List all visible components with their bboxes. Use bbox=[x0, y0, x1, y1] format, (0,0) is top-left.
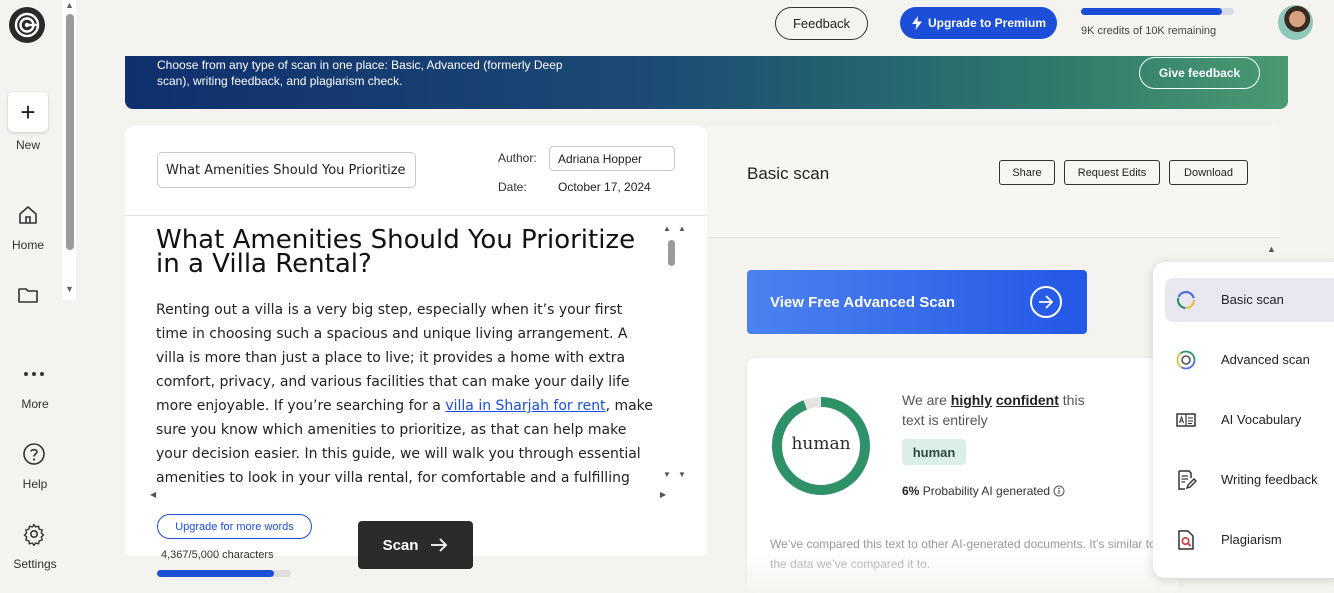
scan-type-menu: Basic scan Advanced scan AI Vocabulary W… bbox=[1153, 262, 1334, 578]
scan-label: Scan bbox=[382, 536, 419, 554]
document-text-area[interactable]: What Amenities Should You Prioritize in … bbox=[156, 226, 656, 486]
upgrade-premium-label: Upgrade to Premium bbox=[927, 16, 1047, 30]
confidence-confident[interactable]: confident bbox=[996, 392, 1059, 408]
menu-item-advanced-scan[interactable]: Advanced scan bbox=[1165, 338, 1334, 382]
confidence-highly[interactable]: highly bbox=[951, 392, 992, 408]
scroll-down-arrow-icon[interactable]: ▼ bbox=[663, 470, 671, 479]
announcement-banner: Choose from any type of scan in one plac… bbox=[125, 56, 1288, 109]
give-feedback-button[interactable]: Give feedback bbox=[1139, 57, 1260, 89]
document-paragraph: Renting out a villa is a very big step, … bbox=[156, 298, 656, 486]
scroll-up-arrow-icon[interactable]: ▲ bbox=[678, 224, 686, 233]
ai-vocabulary-icon bbox=[1175, 409, 1197, 431]
ai-probability-value: 6% bbox=[902, 484, 920, 498]
menu-label-writing-feedback: Writing feedback bbox=[1221, 472, 1318, 487]
sidebar-scroll-thumb[interactable] bbox=[66, 14, 74, 250]
date-label: Date: bbox=[498, 180, 527, 194]
date-value: October 17, 2024 bbox=[558, 180, 651, 194]
scroll-up-arrow-icon[interactable]: ▲ bbox=[1267, 244, 1276, 254]
donut-label: human bbox=[791, 434, 851, 454]
share-button[interactable]: Share bbox=[999, 160, 1055, 185]
divider bbox=[125, 215, 707, 216]
new-label: New bbox=[15, 138, 40, 152]
logo-icon[interactable] bbox=[9, 7, 45, 43]
left-sidebar: + New Home More Help Settings ▲ ▼ bbox=[0, 0, 76, 593]
plus-icon: + bbox=[20, 96, 36, 127]
request-edits-button[interactable]: Request Edits bbox=[1064, 160, 1160, 185]
results-header: Basic scan Share Request Edits Download bbox=[707, 126, 1280, 238]
document-title-input[interactable] bbox=[157, 152, 416, 188]
confidence-text: We are highly confident this text is ent… bbox=[902, 390, 1102, 430]
menu-label-ai-vocabulary: AI Vocabulary bbox=[1221, 412, 1302, 427]
menu-label-plagiarism: Plagiarism bbox=[1221, 532, 1282, 547]
banner-text: Choose from any type of scan in one plac… bbox=[157, 58, 563, 88]
arrow-right-circle-icon bbox=[1030, 286, 1062, 318]
sidebar-item-settings[interactable]: Settings bbox=[7, 557, 63, 571]
home-icon[interactable] bbox=[16, 203, 40, 227]
document-scroll-thumb[interactable] bbox=[668, 240, 675, 266]
document-heading: What Amenities Should You Prioritize in … bbox=[156, 226, 636, 279]
writing-feedback-icon bbox=[1175, 469, 1197, 491]
character-progress-bar bbox=[157, 570, 291, 577]
download-button[interactable]: Download bbox=[1169, 160, 1248, 185]
new-button[interactable]: + bbox=[8, 92, 48, 132]
scroll-left-arrow-icon[interactable]: ◀ bbox=[150, 490, 156, 499]
sidebar-item-home[interactable]: Home bbox=[0, 238, 56, 252]
scroll-down-arrow-icon[interactable]: ▼ bbox=[678, 470, 686, 479]
lightning-icon bbox=[911, 16, 922, 30]
plagiarism-icon bbox=[1175, 529, 1197, 551]
verdict-badge: human bbox=[902, 439, 966, 465]
help-icon[interactable] bbox=[22, 442, 46, 466]
character-count: 4,367/5,000 characters bbox=[161, 549, 274, 561]
info-icon[interactable] bbox=[1053, 485, 1065, 497]
menu-label-basic-scan: Basic scan bbox=[1221, 292, 1284, 307]
gear-icon[interactable] bbox=[22, 522, 46, 546]
scan-button[interactable]: Scan bbox=[358, 521, 473, 569]
folder-icon[interactable] bbox=[16, 283, 40, 307]
author-field[interactable] bbox=[549, 146, 675, 171]
villa-link[interactable]: villa in Sharjah for rent bbox=[445, 398, 605, 414]
credits-progress-fill bbox=[1081, 8, 1222, 15]
credits-text: 9K credits of 10K remaining bbox=[1081, 25, 1217, 37]
character-progress-fill bbox=[157, 570, 274, 577]
comparison-text: We’ve compared this text to other AI-gen… bbox=[770, 537, 1156, 571]
menu-label-advanced-scan: Advanced scan bbox=[1221, 352, 1310, 367]
menu-item-basic-scan[interactable]: Basic scan bbox=[1165, 278, 1334, 322]
author-label: Author: bbox=[498, 151, 537, 165]
menu-item-writing-feedback[interactable]: Writing feedback bbox=[1165, 458, 1334, 502]
confidence-prefix: We are bbox=[902, 392, 951, 408]
menu-item-ai-vocabulary[interactable]: AI Vocabulary bbox=[1165, 398, 1334, 442]
scroll-up-arrow-icon[interactable]: ▲ bbox=[663, 224, 671, 233]
sidebar-item-more[interactable]: More bbox=[7, 397, 63, 411]
sidebar-scrollbar[interactable]: ▲ ▼ bbox=[62, 0, 76, 300]
results-title: Basic scan bbox=[747, 164, 830, 183]
verdict-card: human We are highly confident this text … bbox=[747, 358, 1179, 593]
sidebar-item-help[interactable]: Help bbox=[7, 477, 63, 491]
upgrade-more-words-button[interactable]: Upgrade for more words bbox=[157, 514, 312, 539]
ai-probability: 6% Probability AI generated bbox=[902, 484, 1065, 498]
ai-probability-label: Probability AI generated bbox=[922, 484, 1051, 498]
scroll-down-arrow-icon[interactable]: ▼ bbox=[65, 284, 74, 294]
feedback-button[interactable]: Feedback bbox=[775, 7, 868, 40]
advanced-scan-label: View Free Advanced Scan bbox=[770, 294, 956, 311]
editor-card: Author: Date: October 17, 2024 What Amen… bbox=[125, 126, 707, 577]
menu-item-plagiarism[interactable]: Plagiarism bbox=[1165, 518, 1334, 562]
upgrade-premium-button[interactable]: Upgrade to Premium bbox=[900, 7, 1057, 39]
advanced-scan-icon bbox=[1175, 349, 1197, 371]
more-dots-icon[interactable] bbox=[22, 362, 46, 386]
scroll-up-arrow-icon[interactable]: ▲ bbox=[65, 0, 74, 10]
basic-scan-icon bbox=[1175, 289, 1197, 311]
credits-progress-bar bbox=[1081, 8, 1234, 15]
document-scrollbar[interactable]: ▲ ▲ ▼ ▼ bbox=[663, 224, 686, 482]
scroll-right-arrow-icon[interactable]: ▶ bbox=[660, 490, 666, 499]
arrow-right-icon bbox=[431, 538, 448, 552]
avatar[interactable] bbox=[1278, 5, 1313, 40]
view-advanced-scan-button[interactable]: View Free Advanced Scan bbox=[747, 270, 1087, 334]
